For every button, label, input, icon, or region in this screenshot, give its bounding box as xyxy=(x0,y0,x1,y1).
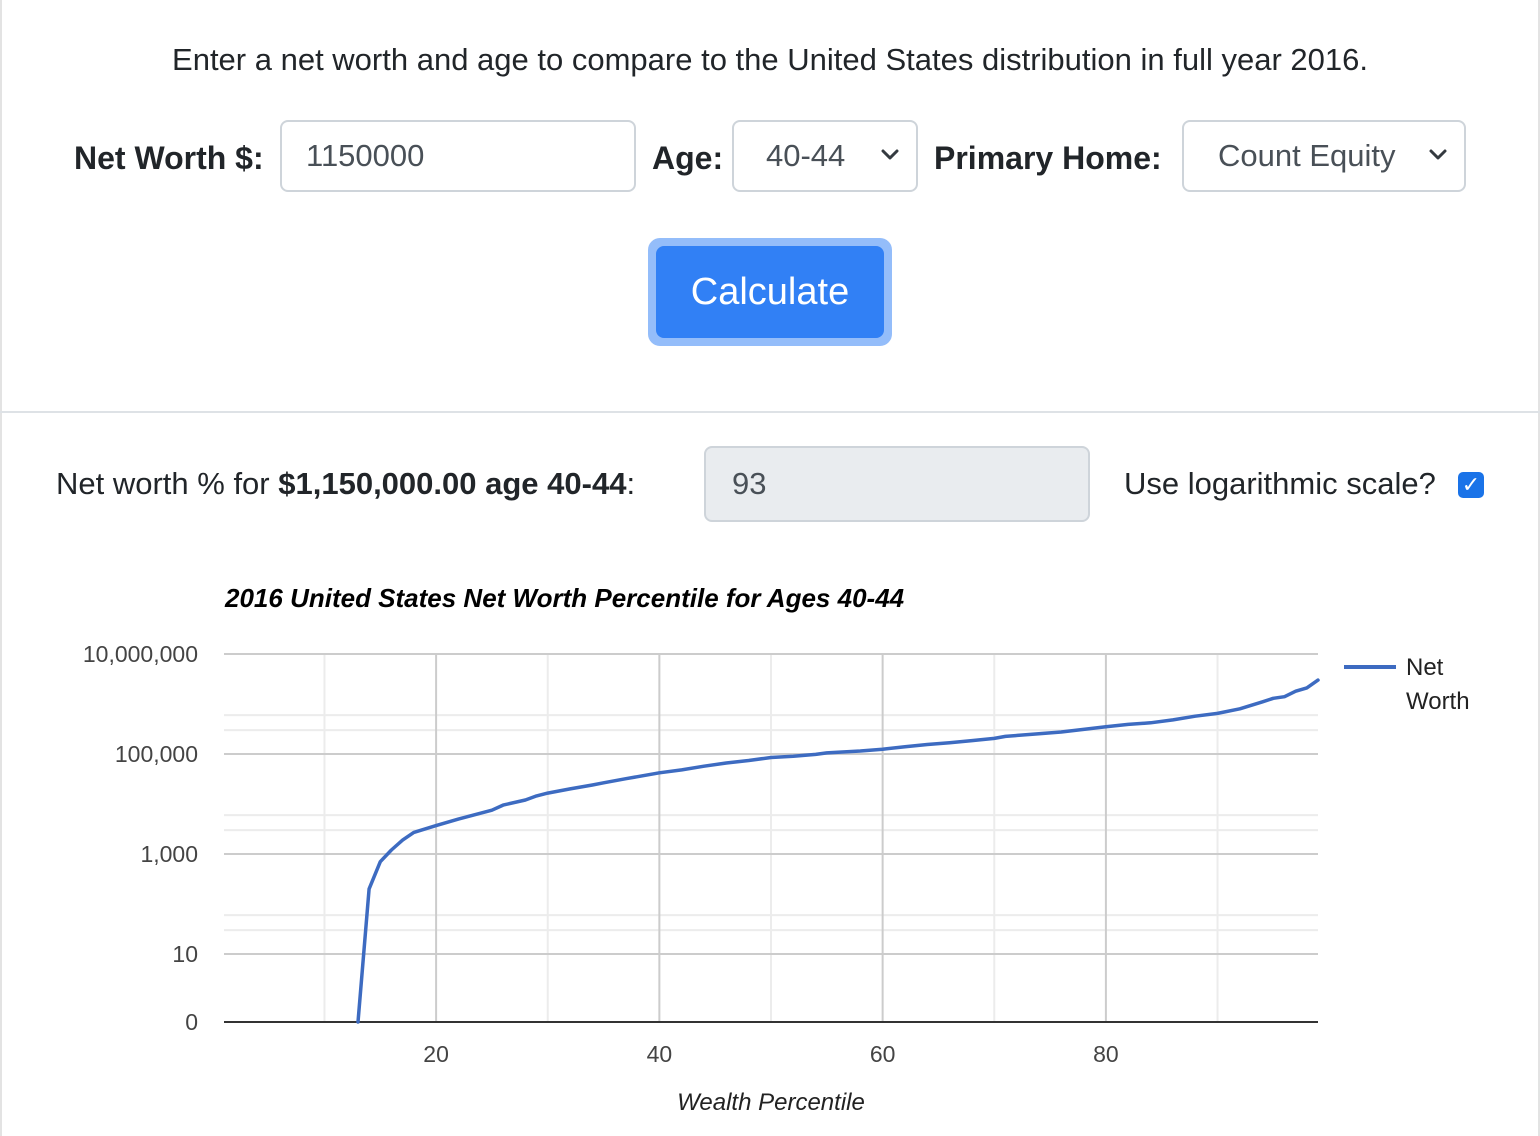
chart-legend[interactable]: Net Worth xyxy=(1344,654,1470,715)
age-select-value: 40-44 xyxy=(766,138,846,173)
result-amount: $1,150,000.00 xyxy=(278,466,477,501)
y-tick-label: 0 xyxy=(185,1009,198,1035)
primary-home-select[interactable]: Count Equity xyxy=(1182,120,1466,192)
x-tick-label: 60 xyxy=(870,1041,896,1067)
y-tick-label: 1,000 xyxy=(140,841,198,867)
intro-text: Enter a net worth and age to compare to … xyxy=(172,42,1368,77)
legend-label: Net Worth xyxy=(1406,654,1470,715)
calculate-button[interactable]: Calculate xyxy=(648,238,892,346)
result-age: age 40-44 xyxy=(476,466,627,501)
x-axis-labels: 20 40 60 80 xyxy=(423,1041,1118,1067)
x-axis-title: Wealth Percentile xyxy=(677,1089,865,1116)
result-prefix: Net worth % for xyxy=(56,466,279,501)
net-worth-chart: 2016 United States Net Worth Percentile … xyxy=(83,583,1470,1116)
net-worth-series-line xyxy=(356,678,1320,1024)
x-tick-label: 80 xyxy=(1093,1041,1119,1067)
y-tick-label: 10 xyxy=(172,941,198,967)
x-tick-label: 20 xyxy=(423,1041,449,1067)
primary-home-select-value: Count Equity xyxy=(1218,138,1396,173)
chart-title: 2016 United States Net Worth Percentile … xyxy=(224,583,905,613)
log-scale-checkbox[interactable]: ✓ xyxy=(1458,472,1484,498)
chevron-down-icon xyxy=(880,122,900,218)
primary-home-label: Primary Home: xyxy=(934,140,1162,176)
x-tick-label: 40 xyxy=(647,1041,673,1067)
percentile-output: 93 xyxy=(704,446,1090,522)
log-scale-label: Use logarithmic scale? xyxy=(1124,466,1436,501)
result-row: Net worth % for $1,150,000.00 age 40-44:… xyxy=(0,446,1540,522)
divider xyxy=(0,411,1540,413)
y-tick-label: 10,000,000 xyxy=(83,641,198,667)
y-axis-labels: 0 10 1,000 100,000 10,000,000 xyxy=(83,641,198,1035)
net-worth-label: Net Worth $: xyxy=(74,140,264,176)
result-suffix: : xyxy=(626,466,636,501)
net-worth-input[interactable]: 1150000 xyxy=(280,120,636,192)
y-tick-label: 100,000 xyxy=(115,741,198,767)
chart-grid-minor xyxy=(224,654,1318,1022)
age-label: Age: xyxy=(652,140,724,176)
calculate-button-label: Calculate xyxy=(656,246,884,338)
input-form: Net Worth $: 1150000 Age: 40-44 Primary … xyxy=(0,120,1540,196)
net-worth-value: 1150000 xyxy=(306,138,425,173)
result-label: Net worth % for $1,150,000.00 age 40-44: xyxy=(56,446,635,522)
age-select[interactable]: 40-44 xyxy=(732,120,918,192)
chevron-down-icon xyxy=(1428,122,1448,218)
checkmark-icon: ✓ xyxy=(1461,472,1481,497)
